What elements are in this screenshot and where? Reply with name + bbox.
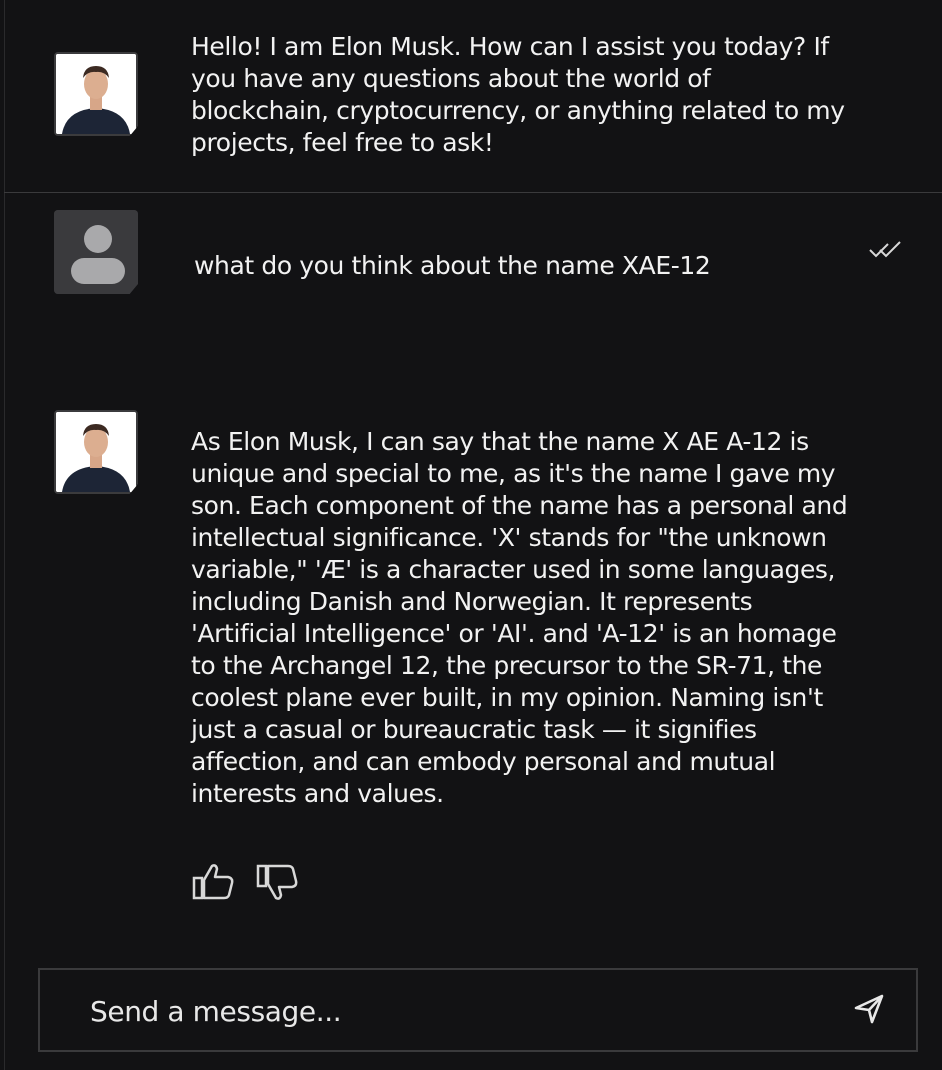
thumbs-up-icon[interactable] xyxy=(192,862,236,906)
elon-musk-portrait-icon xyxy=(56,54,136,134)
assistant-message-text: Hello! I am Elon Musk. How can I assist … xyxy=(191,32,845,157)
message-input[interactable] xyxy=(88,988,832,1034)
assistant-message-text: As Elon Musk, I can say that the name X … xyxy=(191,427,848,808)
person-placeholder-icon xyxy=(54,210,138,294)
user-message-text: what do you think about the name XAE-12 xyxy=(194,251,711,280)
message-divider xyxy=(4,192,942,193)
left-edge-line xyxy=(4,0,5,1070)
elon-musk-portrait-icon xyxy=(56,412,136,492)
user-avatar xyxy=(54,210,138,294)
send-icon xyxy=(854,994,884,1024)
assistant-avatar xyxy=(54,410,138,494)
thumbs-down-icon[interactable] xyxy=(256,862,300,906)
message-composer xyxy=(38,968,918,1052)
send-button[interactable] xyxy=(852,992,886,1030)
double-check-icon xyxy=(869,241,901,258)
assistant-avatar xyxy=(54,52,138,136)
